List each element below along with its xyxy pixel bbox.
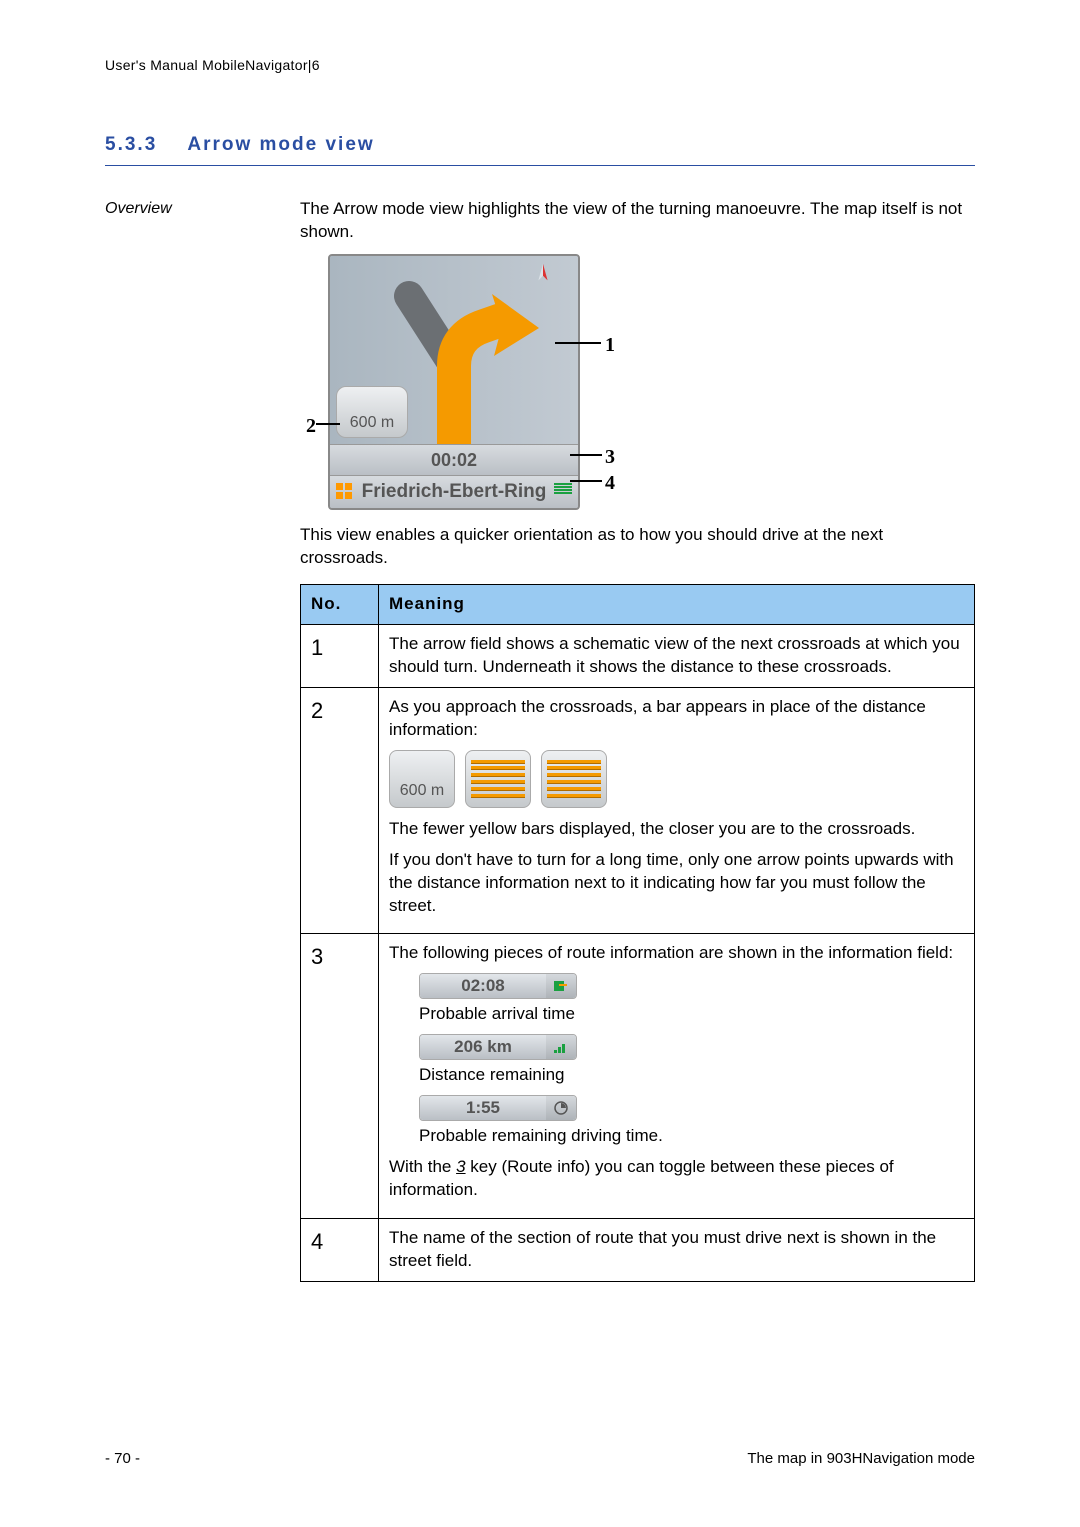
table-row: 1 The arrow field shows a schematic view… <box>301 624 975 687</box>
row-4-text: The name of the section of route that yo… <box>379 1219 975 1282</box>
page-number: - 70 - <box>105 1449 140 1469</box>
grid-icon <box>336 483 354 501</box>
arrival-icon <box>546 974 576 998</box>
distance-box: 600 m <box>336 386 408 438</box>
th-no: No. <box>301 585 379 625</box>
list-icon <box>554 483 572 501</box>
callout-1: 1 <box>605 332 615 359</box>
row-2-p1: As you approach the crossroads, a bar ap… <box>389 696 964 742</box>
row-4-no: 4 <box>301 1219 379 1282</box>
row-1-no: 1 <box>301 624 379 687</box>
distance-icon <box>546 1035 576 1059</box>
remaining-time-pill: 1:55 <box>419 1095 577 1121</box>
info-row: 00:02 <box>330 444 578 475</box>
distance-pill: 206 km <box>419 1034 577 1060</box>
page-footer: - 70 - The map in 903HNavigation mode <box>105 1439 975 1469</box>
meaning-table: No. Meaning 1 The arrow field shows a sc… <box>300 584 975 1282</box>
overview-para-1: The Arrow mode view highlights the view … <box>300 198 975 244</box>
row-1-text: The arrow field shows a schematic view o… <box>379 624 975 687</box>
street-row: Friedrich-Ebert-Ring <box>330 475 578 508</box>
table-row: 4 The name of the section of route that … <box>301 1219 975 1282</box>
table-row: 2 As you approach the crossroads, a bar … <box>301 687 975 934</box>
bar-panel <box>541 750 607 808</box>
footer-right: The map in 903HNavigation mode <box>747 1449 975 1469</box>
arrival-time-label: Probable arrival time <box>419 1003 964 1026</box>
row-3-p2: With the 3 key (Route info) you can togg… <box>389 1156 964 1202</box>
distance-bar-illustration: 600 m <box>389 750 964 808</box>
row-2-p3: If you don't have to turn for a long tim… <box>389 849 964 918</box>
arrow-mode-figure: 600 m 00:02 Friedrich-Ebert-Ring 1 2 3 <box>300 254 620 510</box>
arrival-time-pill: 02:08 <box>419 973 577 999</box>
distance-remaining-label: Distance remaining <box>419 1064 964 1087</box>
page-header: User's Manual MobileNavigator|6 <box>105 56 975 75</box>
distance-square: 600 m <box>389 750 455 808</box>
th-meaning: Meaning <box>379 585 975 625</box>
callout-3: 3 <box>605 444 615 471</box>
row-2-no: 2 <box>301 687 379 934</box>
street-name: Friedrich-Ebert-Ring <box>362 479 547 505</box>
row-3-no: 3 <box>301 934 379 1219</box>
overview-label: Overview <box>105 198 300 1282</box>
remaining-time-label: Probable remaining driving time. <box>419 1125 964 1148</box>
section-number: 5.3.3 <box>105 134 157 155</box>
section-title: Arrow mode view <box>187 134 374 155</box>
callout-4: 4 <box>605 470 615 497</box>
section-heading: 5.3.3 Arrow mode view <box>105 125 975 166</box>
route-info-key: 3 <box>456 1157 465 1176</box>
clock-icon <box>546 1096 576 1120</box>
row-3-p1: The following pieces of route informatio… <box>389 942 964 965</box>
callout-2: 2 <box>306 413 316 440</box>
table-row: 3 The following pieces of route informat… <box>301 934 975 1219</box>
bar-panel <box>465 750 531 808</box>
row-2-p2: The fewer yellow bars displayed, the clo… <box>389 818 964 841</box>
overview-para-2: This view enables a quicker orientation … <box>300 524 975 570</box>
compass-icon <box>532 262 554 284</box>
